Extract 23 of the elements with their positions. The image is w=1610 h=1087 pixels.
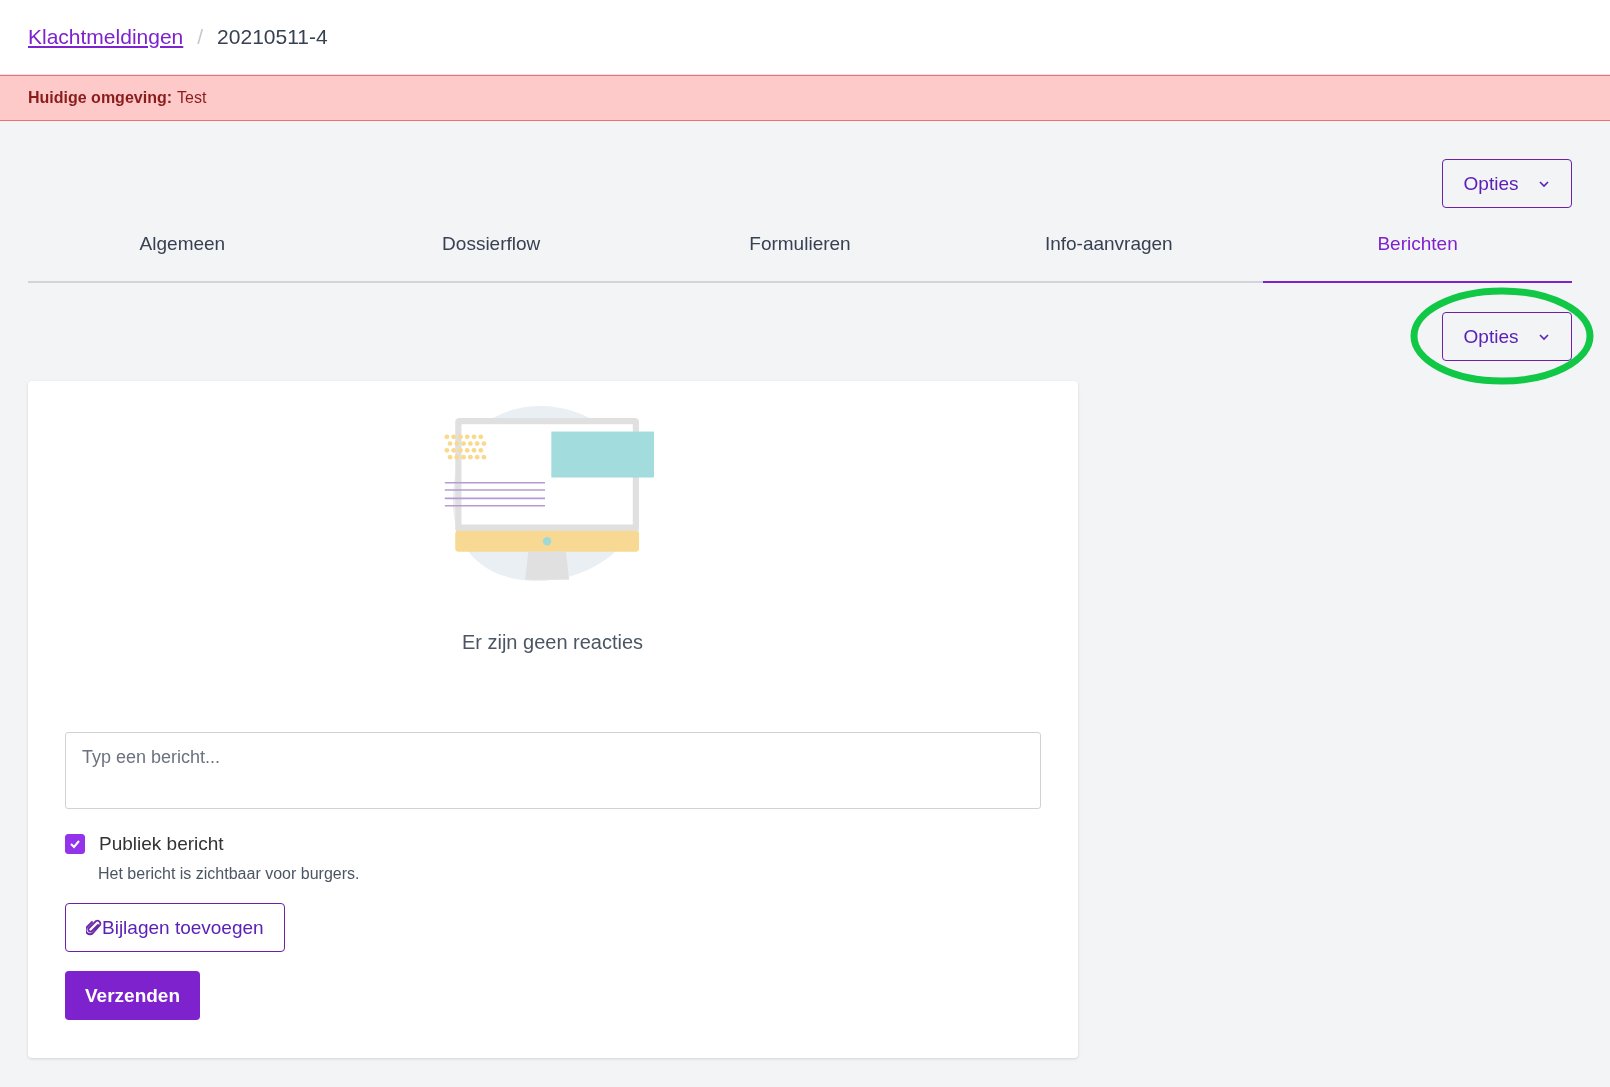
banner-value: Test	[177, 89, 207, 107]
tab[interactable]: Dossierflow	[336, 216, 646, 283]
breadcrumb-separator: /	[197, 25, 204, 49]
chevron-down-icon	[1538, 179, 1551, 188]
breadcrumb-current: 20210511-4	[217, 25, 328, 49]
checkbox-label: Publiek bericht	[99, 833, 224, 855]
banner-label: Huidige omgeving:	[28, 89, 172, 107]
paperclip-icon	[86, 918, 102, 937]
tab[interactable]: Formulieren	[645, 216, 955, 283]
add-attachments-button[interactable]: Bijlagen toevoegen	[65, 903, 285, 952]
tab[interactable]: Berichten	[1263, 216, 1572, 283]
tab[interactable]: Algemeen	[28, 216, 337, 283]
tab[interactable]: Info-aanvragen	[954, 216, 1264, 283]
options-dropdown-button[interactable]: Opties	[1442, 312, 1572, 361]
chevron-down-icon	[1538, 332, 1551, 341]
options-dropdown-button[interactable]: Opties	[1442, 159, 1572, 208]
send-button[interactable]: Verzenden	[65, 971, 201, 1020]
empty-message: Er zijn geen reacties	[461, 631, 644, 654]
breadcrumb-link[interactable]: Klachtmeldingen	[28, 25, 184, 49]
checkbox[interactable]	[65, 834, 85, 854]
checkmark-icon	[69, 839, 81, 849]
checkbox-hint: Het bericht is zichtbaar voor burgers.	[98, 865, 360, 883]
message-field[interactable]: Typ een bericht...	[65, 732, 1041, 809]
